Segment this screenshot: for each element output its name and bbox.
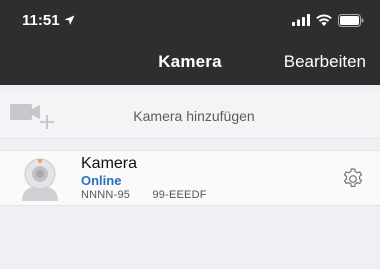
camera-list-item[interactable]: Kamera Online NNNN-95 99-EEEDF	[0, 150, 380, 206]
add-camera-row[interactable]: Kamera hinzufügen	[0, 93, 380, 139]
edit-button[interactable]: Bearbeiten	[284, 52, 366, 72]
gear-icon[interactable]	[341, 167, 365, 191]
camera-name: Kamera	[81, 155, 138, 172]
status-time: 11:51	[22, 11, 60, 29]
camera-avatar-icon	[22, 158, 58, 201]
status-bar: 11:51	[0, 0, 380, 40]
battery-icon	[338, 13, 364, 27]
section-gap	[0, 85, 380, 93]
location-arrow-icon	[64, 15, 75, 25]
cellular-signal-icon	[292, 14, 310, 26]
camera-device-id: NNNN-95 99-EEEDF	[81, 189, 207, 201]
top-bar: 11:51 Kamera Bearbeiten	[0, 0, 380, 85]
add-camera-label: Kamera hinzufügen	[133, 108, 255, 124]
status-time-group: 11:51	[22, 12, 75, 29]
camera-status: Online	[81, 173, 122, 188]
wifi-icon	[316, 14, 332, 26]
status-indicators	[292, 13, 364, 27]
navigation-bar: Kamera Bearbeiten	[0, 40, 380, 85]
